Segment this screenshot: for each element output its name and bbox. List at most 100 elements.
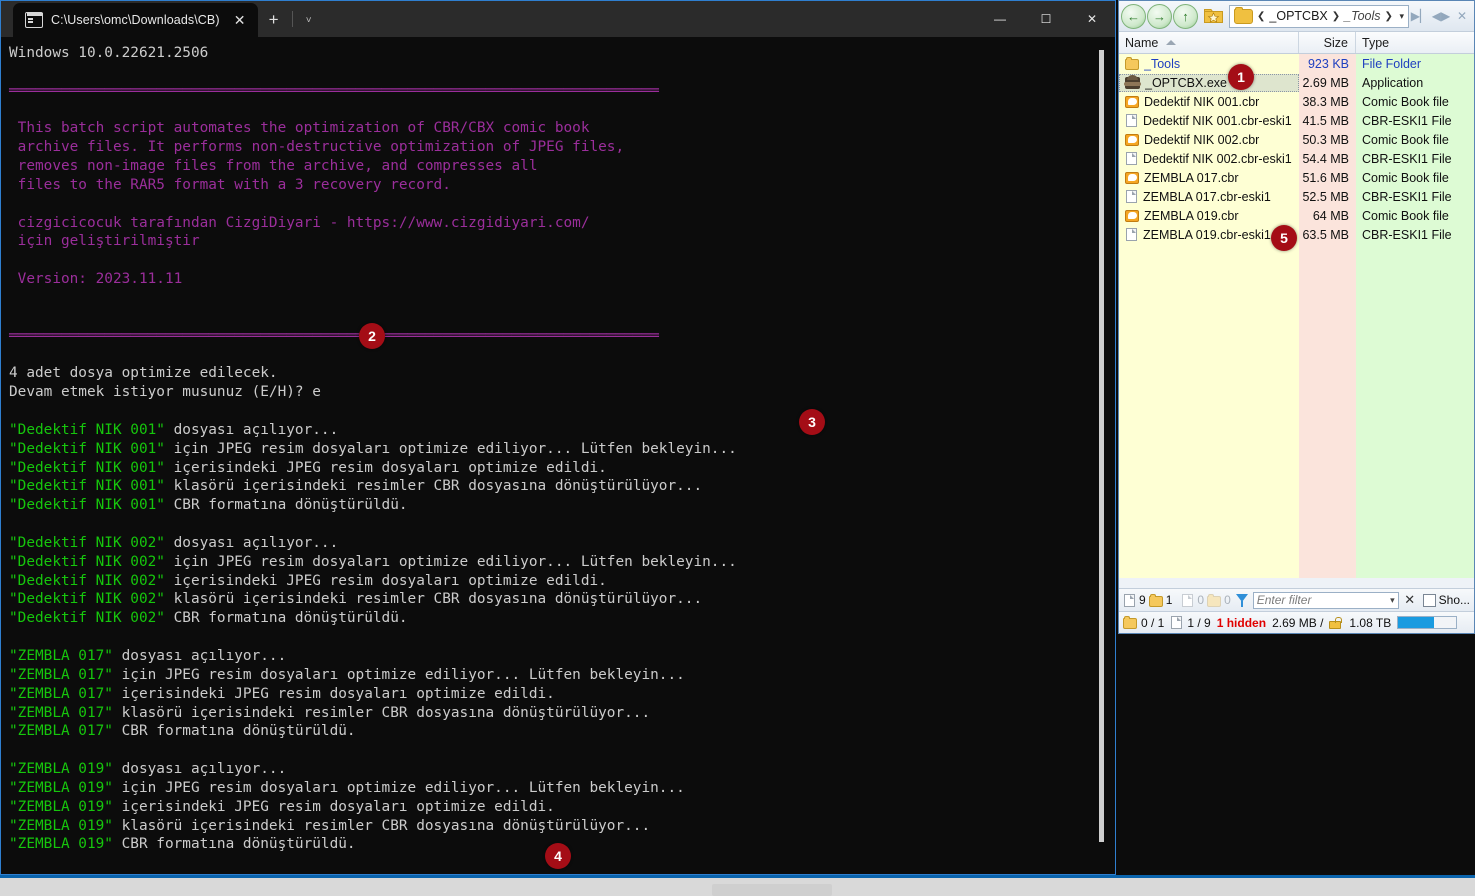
terminal-line: için geliştirilmiştir [9,233,200,250]
terminal-line-message: CBR formatına dönüştürüldü. [112,836,356,853]
desktop-backdrop [1118,634,1475,875]
breadcrumb-item-optcbx[interactable]: _OPTCBX [1269,9,1327,23]
file-row[interactable]: Dedektif NIK 001.cbr 38.3 MB Comic Book fi… [1119,92,1474,111]
tab-divider [291,11,293,27]
terminal-scrollbar-thumb[interactable] [1099,50,1104,842]
breadcrumb-item-tools[interactable]: _Tools [1344,9,1380,23]
file-size-cell: 54.4 MB [1302,151,1349,166]
file-row[interactable]: Dedektif NIK 001.cbr-eski1 41.5 MB CBR-ESK… [1119,111,1474,130]
comic-icon [1125,210,1139,222]
terminal-line: removes non-image files from the archive… [9,158,538,175]
selected-folder-count: 0 [1207,593,1231,607]
terminal-line-message: klasörü içerisindeki resimler CBR dosyas… [112,704,651,721]
file-manager-window: ← → ↑ ❯ _OPTCBX ❯ _Tools ❯ ▾ ▶▏ ◀▶ ✕ Nam… [1118,0,1475,634]
chevron-down-icon[interactable]: ˅ [295,3,323,37]
file-row[interactable]: Dedektif NIK 002.cbr-eski1 54.4 MB CBR-ESK… [1119,149,1474,168]
disk-usage-bar [1397,616,1458,629]
terminal-line: "ZEMBLA 019" klasörü içerisindeki resiml… [9,817,1115,836]
forward-icon[interactable]: → [1147,3,1172,29]
terminal-line-filename: "ZEMBLA 019" [9,761,113,778]
taskbar[interactable] [0,875,1475,896]
terminal-line: "Dedektif NIK 002" için JPEG resim dosya… [9,553,1115,572]
terminal-scrollbar[interactable] [1098,47,1106,845]
file-icon [1126,152,1137,165]
folder-icon [1125,57,1139,70]
file-name-cell: ZEMBLA 017.cbr-eski1 [1119,190,1299,204]
file-size-cell: 38.3 MB [1302,94,1349,109]
taskbar-item[interactable] [712,884,832,896]
annotation-badge-3: 3 [799,409,825,435]
file-size-cell: 41.5 MB [1302,113,1349,128]
filter-bar: 9 1 0 0 Enter filter ▾ ✕ Sho... [1119,588,1474,611]
new-tab-button[interactable]: + [258,3,290,37]
column-header-type[interactable]: Type [1356,32,1474,53]
filter-dropdown-icon[interactable]: ▾ [1390,595,1395,606]
file-type-cell: Comic Book file [1362,208,1449,223]
file-list-header: Name Size Type [1119,32,1474,54]
terminal-line-filename: "Dedektif NIK 002" [9,572,165,589]
close-tab-toolbar-icon[interactable]: ✕ [1452,5,1472,27]
clear-filter-icon[interactable]: ✕ [1402,592,1418,608]
status-bar: 0 / 1 1 / 9 1 hidden 2.69 MB / 1.08 TB [1119,611,1474,633]
file-type-cell: CBR-ESKI1 File [1362,227,1452,242]
comic-icon [1125,134,1139,146]
column-header-name[interactable]: Name [1119,32,1299,53]
minimize-button[interactable]: — [977,1,1023,37]
file-row[interactable]: _Tools 923 KB File Folder [1119,54,1474,73]
file-size-cell: 50.3 MB [1302,132,1349,147]
terminal-line-filename: "Dedektif NIK 002" [9,610,165,627]
terminal-line-message: dosyası açılıyor... [164,534,339,551]
terminal-line-filename: "ZEMBLA 019" [9,836,113,853]
terminal-line: "ZEMBLA 019" içerisindeki JPEG resim dos… [9,798,1115,817]
terminal-line-filename: "Dedektif NIK 001" [9,440,165,457]
close-tab-icon[interactable]: ✕ [228,8,252,32]
terminal-line: "ZEMBLA 019" için JPEG resim dosyaları o… [9,779,1115,798]
file-name-cell: Dedektif NIK 001.cbr-eski1 [1119,114,1299,128]
back-icon[interactable]: ← [1121,3,1146,29]
folder-icon-small [1148,593,1163,607]
terminal-line-filename: "Dedektif NIK 001" [9,478,165,495]
terminal-output[interactable]: Windows 10.0.22621.2506 ════════════════… [1,37,1115,874]
file-size-cell: 2.69 MB [1302,75,1349,90]
breadcrumb-sep-icon: ❯ [1257,10,1266,22]
terminal-tab[interactable]: C:\Users\omc\Downloads\CB) ✕ [13,3,258,37]
filter-icon[interactable] [1235,593,1248,607]
terminal-line-message: dosyası açılıyor... [164,421,339,438]
file-row[interactable]: ZEMBLA 017.cbr 51.6 MB Comic Book file [1119,168,1474,187]
terminal-line-filename: "Dedektif NIK 001" [9,421,165,438]
folder-icon-status [1123,616,1137,629]
annotation-badge-2: 2 [359,323,385,349]
filter-input[interactable]: Enter filter ▾ [1252,591,1399,609]
file-row[interactable]: Dedektif NIK 002.cbr 50.3 MB Comic Book fi… [1119,130,1474,149]
file-list[interactable]: _Tools 923 KB File Folder _OPTCBX.exe 2.69 M… [1119,54,1474,578]
file-icon-dim [1182,593,1194,607]
file-row[interactable]: ZEMBLA 017.cbr-eski1 52.5 MB CBR-ESKI1 Fil… [1119,187,1474,206]
address-dropdown-icon[interactable]: ▾ [1399,11,1404,22]
terminal-line-message: klasörü içerisindeki resimler CBR dosyas… [164,591,703,608]
terminal-line: "Dedektif NIK 002" dosyası açılıyor... [9,534,1115,553]
file-row[interactable]: ZEMBLA 019.cbr 64 MB Comic Book file [1119,206,1474,225]
address-bar[interactable]: ❯ _OPTCBX ❯ _Tools ❯ ▾ [1229,4,1409,28]
close-window-button[interactable]: ✕ [1069,1,1115,37]
terminal-line-filename: "ZEMBLA 019" [9,817,113,834]
tab-prev-icon[interactable]: ◀▶ [1431,5,1451,27]
star-folder-icon[interactable] [1201,5,1225,27]
taskbar-accent [0,875,1475,878]
tab-next-icon[interactable]: ▶▏ [1410,5,1430,27]
terminal-line-message: için JPEG resim dosyaları optimize edili… [112,779,685,796]
file-row[interactable]: _OPTCBX.exe 2.69 MB Application [1119,73,1474,92]
maximize-button[interactable]: ☐ [1023,1,1069,37]
terminal-titlebar: C:\Users\omc\Downloads\CB) ✕ + ˅ — ☐ ✕ [1,1,1115,37]
file-name-label: Dedektif NIK 002.cbr-eski1 [1143,151,1292,166]
column-header-name-label: Name [1125,35,1159,50]
terminal-line-filename: "Dedektif NIK 001" [9,459,165,476]
show-hidden-checkbox[interactable] [1422,593,1436,607]
file-type-cell: Comic Book file [1362,170,1449,185]
selected-file-count: 0 [1181,593,1204,607]
up-icon[interactable]: ↑ [1173,3,1198,29]
folder-icon-dim [1207,593,1222,607]
column-header-size[interactable]: Size [1299,32,1356,53]
status-selected-size: 2.69 MB / [1272,615,1324,630]
